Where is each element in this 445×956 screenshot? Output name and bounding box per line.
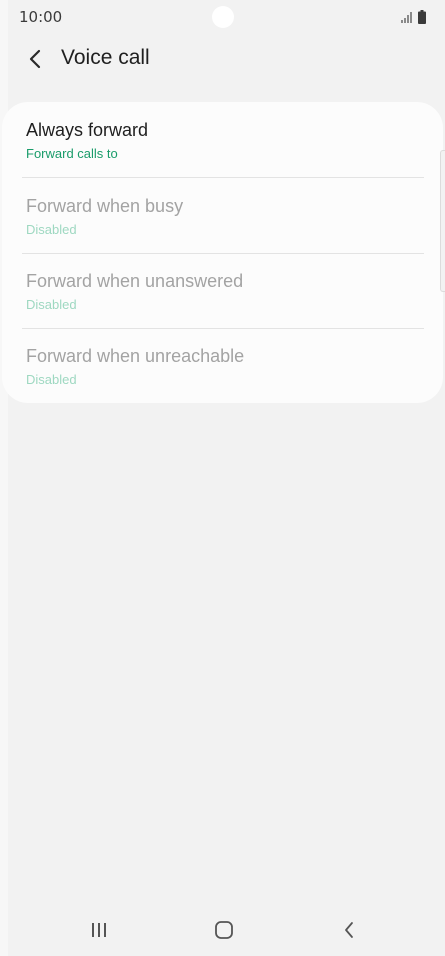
signal-icon: [401, 12, 412, 23]
back-button[interactable]: [18, 44, 52, 74]
list-item-always-forward[interactable]: Always forward Forward calls to: [2, 102, 443, 178]
app-bar: Voice call: [0, 34, 445, 86]
navigation-bar: [0, 906, 445, 956]
scrollbar[interactable]: [440, 150, 445, 292]
chevron-left-icon: [29, 49, 41, 69]
item-title: Always forward: [26, 120, 149, 140]
status-time: 10:00: [19, 8, 63, 26]
home-button[interactable]: [209, 918, 239, 942]
item-title: Forward when unanswered: [26, 271, 244, 291]
call-forwarding-card: Always forward Forward calls to Forward …: [2, 102, 443, 403]
list-item-forward-busy[interactable]: Forward when busy Disabled: [2, 178, 443, 253]
status-bar: 10:00: [0, 0, 445, 34]
camera-cutout: [212, 6, 234, 28]
nav-back-button[interactable]: [334, 918, 364, 942]
item-subtitle: Disabled: [26, 222, 77, 237]
recents-button[interactable]: [84, 918, 114, 942]
item-subtitle: Forward calls to: [26, 146, 118, 161]
home-icon: [215, 921, 233, 939]
item-title: Forward when unreachable: [26, 346, 245, 366]
page-title: Voice call: [61, 46, 150, 69]
battery-icon: [418, 10, 426, 24]
item-subtitle: Disabled: [26, 297, 77, 312]
back-icon: [345, 922, 353, 938]
list-item-forward-unreachable[interactable]: Forward when unreachable Disabled: [2, 328, 443, 403]
list-item-forward-unanswered[interactable]: Forward when unanswered Disabled: [2, 253, 443, 328]
item-subtitle: Disabled: [26, 372, 77, 387]
item-title: Forward when busy: [26, 196, 184, 216]
recents-icon: [92, 923, 106, 937]
